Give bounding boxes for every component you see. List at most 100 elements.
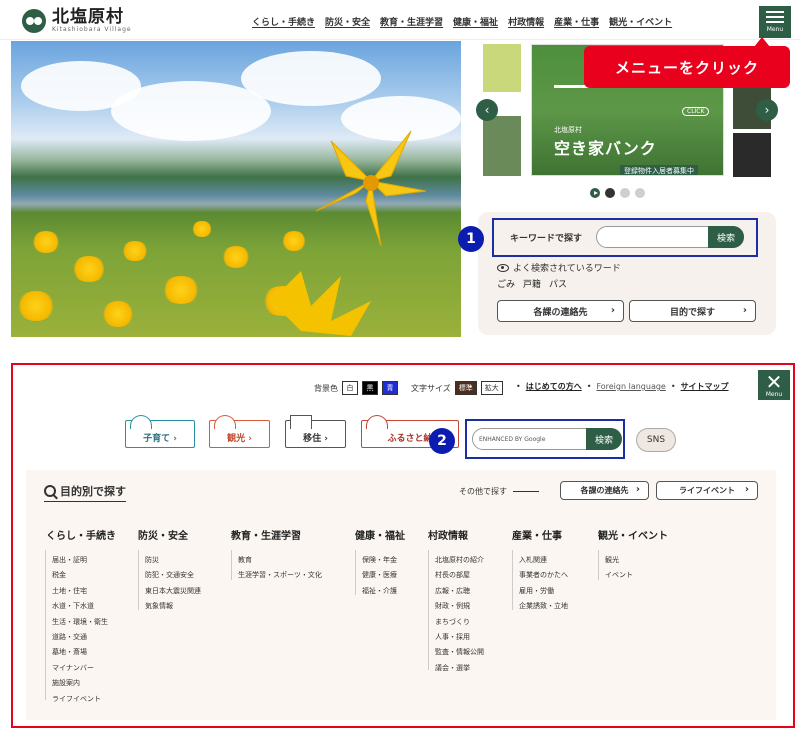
list-item[interactable]: 事業者のかたへ [519, 570, 568, 585]
list-item[interactable]: 北塩原村の紹介 [435, 555, 484, 570]
eye-icon [497, 263, 509, 272]
sitemap-link[interactable]: サイトマップ [681, 381, 729, 392]
chevron-right-icon: › [635, 484, 640, 495]
nav-living[interactable]: くらし・手続き [246, 12, 317, 31]
keyword-search-label: キーワードで探す [510, 234, 583, 244]
nav-industry[interactable]: 産業・仕事 [549, 12, 601, 31]
nav-tourism[interactable]: 観光・イベント [604, 12, 674, 31]
category-industry[interactable]: 産業・仕事 [509, 524, 562, 542]
tag-childcare[interactable]: 子育て › [125, 415, 195, 448]
menu-close-button[interactable]: ✕ Menu [758, 370, 790, 400]
list-item[interactable]: 保険・年金 [362, 555, 397, 570]
list-item[interactable]: 監査・情報公開 [435, 647, 484, 662]
site-logo[interactable]: 北塩原村 Kitashiobara Village [22, 8, 132, 33]
keyword-search-button[interactable]: 検索 [708, 226, 744, 248]
carousel-dot[interactable] [635, 188, 645, 198]
annotation-badge-2: 2 [429, 428, 455, 454]
category-tourism[interactable]: 観光・イベント [595, 524, 668, 542]
list-item[interactable]: まちづくり [435, 617, 484, 632]
menu-contacts-button[interactable]: 各課の連絡先 › [560, 481, 649, 500]
list-item[interactable]: 広報・広聴 [435, 586, 484, 601]
list-item[interactable]: イベント [605, 570, 633, 585]
nav-health[interactable]: 健康・福祉 [448, 12, 500, 31]
list-item[interactable]: マイナンバー [52, 663, 108, 678]
close-icon: ✕ [765, 369, 783, 394]
utility-links: • はじめての方へ • Foreign language • サイトマップ [516, 381, 729, 392]
list-item[interactable]: 税金 [52, 570, 108, 585]
list-item[interactable]: 墓地・斎場 [52, 647, 108, 662]
bg-black-button[interactable]: 黒 [362, 381, 378, 395]
list-item[interactable]: 防災 [145, 555, 201, 570]
carousel-thumb[interactable] [483, 116, 521, 176]
category-education[interactable]: 教育・生涯学習 [228, 524, 301, 542]
list-item[interactable]: 生涯学習・スポーツ・文化 [238, 570, 322, 585]
list-item[interactable]: 水道・下水道 [52, 601, 108, 616]
list-item[interactable]: 届出・証明 [52, 555, 108, 570]
purpose-button-label: 目的で探す [669, 307, 715, 318]
menu-button[interactable]: Menu [759, 6, 791, 38]
list-item[interactable]: 村長の部屋 [435, 570, 484, 585]
carousel-play-icon[interactable] [590, 188, 600, 198]
popular-word[interactable]: ごみ [497, 277, 515, 290]
nav-education[interactable]: 教育・生涯学習 [375, 12, 445, 31]
lily-flower-icon [315, 130, 427, 247]
popular-word[interactable]: 戸籍 [523, 277, 541, 290]
google-search-button[interactable]: 検索 [586, 428, 622, 450]
contacts-button[interactable]: 各課の連絡先 › [497, 300, 624, 322]
list-item[interactable]: 生活・環境・衛生 [52, 617, 108, 632]
nav-safety[interactable]: 防災・安全 [320, 12, 372, 31]
list-item[interactable]: 人事・採用 [435, 632, 484, 647]
bg-blue-button[interactable]: 青 [382, 381, 398, 395]
sns-button[interactable]: SNS [636, 428, 676, 452]
carousel-prev-button[interactable]: ‹ [476, 99, 498, 121]
font-large-button[interactable]: 拡大 [480, 381, 503, 395]
category-safety[interactable]: 防災・安全 [135, 524, 188, 542]
tag-relocation[interactable]: 移住 › [285, 415, 346, 448]
list-item[interactable]: 東日本大震災関連 [145, 586, 201, 601]
category-living-list: 届出・証明 税金 土地・住宅 水道・下水道 生活・環境・衛生 道路・交通 墓地・… [52, 555, 108, 709]
list-item[interactable]: ライフイベント [52, 694, 108, 709]
carousel-dot[interactable] [620, 188, 630, 198]
category-living[interactable]: くらし・手続き [43, 524, 116, 542]
carousel-dots [590, 188, 645, 198]
purpose-search-button[interactable]: 目的で探す › [629, 300, 756, 322]
popular-label-text: よく検索されているワード [513, 264, 621, 274]
foreign-language-link[interactable]: Foreign language [596, 382, 665, 391]
menu-lifeevent-button[interactable]: ライフイベント › [656, 481, 758, 500]
carousel-dot[interactable] [605, 188, 615, 198]
list-item[interactable]: 雇用・労働 [519, 586, 568, 601]
logo-name: 北塩原村 [52, 7, 124, 27]
popular-word[interactable]: パス [549, 277, 567, 290]
tag-tourism[interactable]: 観光 › [209, 415, 270, 448]
list-item[interactable]: 施設案内 [52, 678, 108, 693]
list-item[interactable]: 土地・住宅 [52, 586, 108, 601]
list-item[interactable]: 企業誘致・立地 [519, 601, 568, 616]
other-search: その他で探す [459, 486, 539, 497]
background-color-switcher: 背景色 白 黒 青 [314, 381, 398, 395]
list-item[interactable]: 健康・医療 [362, 570, 397, 585]
nav-village-info[interactable]: 村政情報 [503, 12, 546, 31]
carousel-next-button[interactable]: › [756, 99, 778, 121]
house-icon [290, 415, 312, 429]
font-standard-button[interactable]: 標準 [454, 381, 477, 395]
list-item[interactable]: 入札関連 [519, 555, 568, 570]
list-item[interactable]: 教育 [238, 555, 322, 570]
category-health[interactable]: 健康・福祉 [352, 524, 405, 542]
first-visit-link[interactable]: はじめての方へ [526, 381, 582, 392]
banner-title: 空き家バンク [554, 139, 657, 158]
bg-white-button[interactable]: 白 [342, 381, 358, 395]
list-item[interactable]: 気象情報 [145, 601, 201, 616]
carousel-thumb[interactable] [483, 44, 521, 92]
category-village-info-list: 北塩原村の紹介 村長の部屋 広報・広聴 財政・例規 まちづくり 人事・採用 監査… [435, 555, 484, 678]
carousel-thumb[interactable] [733, 133, 771, 177]
banner-sub: 北塩原村 [554, 126, 582, 134]
list-item[interactable]: 福祉・介護 [362, 586, 397, 601]
list-item[interactable]: 議会・選挙 [435, 663, 484, 678]
close-label: Menu [765, 390, 783, 398]
category-village-info[interactable]: 村政情報 [425, 524, 468, 542]
list-item[interactable]: 道路・交通 [52, 632, 108, 647]
list-item[interactable]: 財政・例規 [435, 601, 484, 616]
list-item[interactable]: 観光 [605, 555, 633, 570]
bgcolor-label: 背景色 [314, 383, 338, 393]
list-item[interactable]: 防犯・交通安全 [145, 570, 201, 585]
